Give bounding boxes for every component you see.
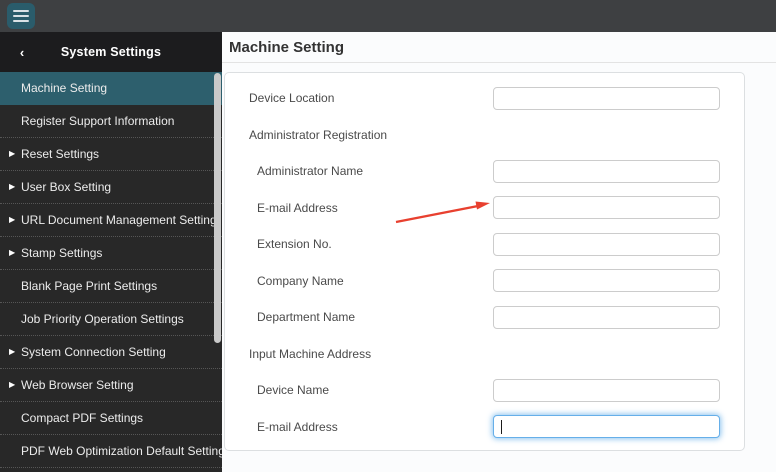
- sidebar-item-url-document-management-setting[interactable]: ▶ URL Document Management Setting: [0, 204, 222, 237]
- sidebar-item-label: Reset Settings: [21, 147, 100, 161]
- section-label-input-machine-address: Input Machine Address: [249, 346, 372, 361]
- input-administrator-name[interactable]: [493, 159, 720, 183]
- sidebar-item-label: Machine Setting: [21, 81, 108, 95]
- field-label-department-name: Department Name: [257, 310, 356, 324]
- sidebar-item-pdf-web-optimization-default-settings[interactable]: PDF Web Optimization Default Settings: [0, 435, 231, 468]
- sidebar-title: System Settings: [60, 45, 162, 59]
- sidebar-item-label: PDF Web Optimization Default Settings: [21, 444, 231, 458]
- sidebar-item-label: Stamp Settings: [21, 246, 103, 260]
- input-device-name-machine[interactable]: [493, 378, 720, 402]
- content-header: Machine Setting: [222, 32, 776, 63]
- field-label-extension-no: Extension No.: [257, 237, 332, 251]
- sidebar: ‹ System Settings Machine Setting Registe…: [0, 32, 231, 472]
- sidebar-item-job-priority-operation-settings[interactable]: Job Priority Operation Settings: [0, 303, 222, 336]
- sidebar-item-label: Blank Page Print Settings: [21, 279, 158, 293]
- field-label-e-mail-address: E-mail Address: [257, 200, 338, 215]
- input-company-name[interactable]: [493, 269, 720, 292]
- sidebar-item-label: URL Document Management Setting: [21, 213, 217, 227]
- sidebar-item-register-support-information[interactable]: Register Support Information: [0, 105, 222, 138]
- sidebar-item-label: Job Priority Operation Settings: [21, 312, 184, 326]
- sidebar-item-user-box-setting[interactable]: ▶ User Box Setting: [0, 171, 222, 204]
- sidebar-item-label: User Box Setting: [21, 180, 112, 194]
- input-e-mail-address[interactable]: [493, 196, 720, 219]
- main-content: Machine Setting Device Location Administr…: [222, 32, 776, 472]
- field-label-e-mail-address: E-mail Address: [257, 419, 338, 434]
- expand-arrow-icon: ▶: [9, 248, 16, 257]
- settings-card: Device Location Administrator Registratio…: [224, 72, 745, 451]
- page-title: Machine Setting: [229, 39, 345, 56]
- input-extension-no[interactable]: [493, 232, 720, 256]
- field-label-device-location: Device Location: [249, 91, 335, 105]
- sidebar-item-compact-pdf-settings[interactable]: Compact PDF Settings: [0, 402, 222, 435]
- sidebar-item-blank-page-print-settings[interactable]: Blank Page Print Settings: [0, 270, 222, 303]
- sidebar-scrollbar-thumb[interactable]: [214, 73, 221, 343]
- expand-arrow-icon: ▶: [9, 347, 16, 356]
- sidebar-item-label: Web Browser Setting: [21, 378, 134, 392]
- menu-button[interactable]: [7, 3, 35, 29]
- sidebar-item-reset-settings[interactable]: ▶ Reset Settings: [0, 138, 222, 171]
- top-bar: [0, 0, 776, 32]
- input-e-mail-address-machine[interactable]: [493, 415, 720, 438]
- expand-arrow-icon: ▶: [9, 182, 16, 191]
- sidebar-item-machine-setting[interactable]: Machine Setting: [0, 72, 222, 105]
- sidebar-item-label: System Connection Setting: [21, 345, 166, 359]
- sidebar-menu: Machine Setting Register Support Informat…: [0, 72, 231, 468]
- sidebar-item-label: Compact PDF Settings: [21, 411, 144, 425]
- input-department-name[interactable]: [493, 305, 720, 329]
- sidebar-header: ‹ System Settings: [0, 32, 222, 72]
- sidebar-item-label: Register Support Information: [21, 114, 175, 128]
- back-chevron-icon[interactable]: ‹: [10, 32, 34, 72]
- sidebar-item-web-browser-setting[interactable]: ▶ Web Browser Setting: [0, 369, 222, 402]
- expand-arrow-icon: ▶: [9, 380, 16, 389]
- field-label-administrator-name: Administrator Name: [257, 164, 364, 178]
- expand-arrow-icon: ▶: [9, 215, 16, 224]
- field-label-device-name: Device Name: [257, 383, 330, 397]
- text-caret: [501, 420, 502, 434]
- sidebar-item-stamp-settings[interactable]: ▶ Stamp Settings: [0, 237, 222, 270]
- app-window: ‹ System Settings Machine Setting Registe…: [0, 0, 776, 472]
- sidebar-item-system-connection-setting[interactable]: ▶ System Connection Setting: [0, 336, 222, 369]
- section-label-administrator-registration: Administrator Registration: [249, 127, 388, 142]
- expand-arrow-icon: ▶: [9, 149, 16, 158]
- input-device-location[interactable]: [493, 86, 720, 110]
- field-label-company-name: Company Name: [257, 273, 344, 288]
